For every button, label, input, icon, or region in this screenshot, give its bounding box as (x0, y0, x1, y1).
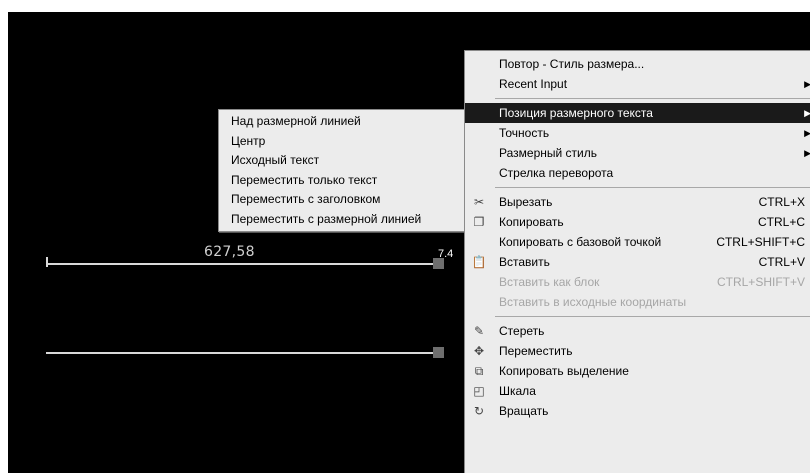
menu-item[interactable]: ✎ Стереть (465, 321, 810, 341)
menu-item[interactable]: Позиция размерного текста ▶ (465, 103, 810, 123)
rotate-icon: ↻ (473, 404, 485, 418)
menu-item[interactable]: Исходный текст (219, 151, 465, 171)
menu-item[interactable]: Копировать с базовой точкой CTRL+SHIFT+C (465, 232, 810, 252)
submenu-arrow-icon: ▶ (804, 79, 810, 89)
menu-item-label: Вставить как блок (499, 275, 600, 289)
menu-item-label: Вырезать (499, 195, 553, 209)
menu-item[interactable]: Центр (219, 132, 465, 152)
menu-item[interactable]: ✂ Вырезать CTRL+X (465, 192, 810, 212)
menu-item-label: Центр (231, 133, 266, 148)
menu-item[interactable]: Вставить в исходные координаты (465, 292, 810, 312)
menu-item-label: Точность (499, 126, 550, 140)
context-menu: Повтор - Стиль размера... Recent Input ▶ П… (464, 50, 810, 473)
menu-item-shortcut: CTRL+V (758, 255, 805, 269)
menu-item-label: Переместить с заголовком (231, 192, 381, 206)
menu-item[interactable]: Вставить как блок CTRL+SHIFT+V (465, 272, 810, 292)
menu-item-label: Копировать с базовой точкой (499, 235, 662, 249)
menu-item-label: Позиция размерного текста (499, 106, 653, 120)
menu-item-shortcut: CTRL+SHIFT+C (716, 235, 805, 249)
menu-separator (495, 187, 810, 188)
menu-item[interactable]: ↻ Вращать (465, 401, 810, 421)
menu-item-label: Размерный стиль (499, 146, 597, 160)
eraser-icon: ✎ (473, 324, 485, 338)
menu-item[interactable]: ✥ Переместить (465, 341, 810, 361)
dimension-line[interactable] (46, 263, 441, 265)
menu-item-shortcut: CTRL+X (758, 195, 805, 209)
menu-item[interactable]: ◰ Шкала (465, 381, 810, 401)
dimension-grip-label: 7.4 (438, 248, 454, 260)
menu-item-label: Recent Input (499, 77, 568, 91)
menu-item[interactable]: Стрелка переворота (465, 163, 810, 183)
menu-item-label: Над размерной линией (231, 114, 361, 128)
submenu-arrow-icon: ▶ (804, 148, 810, 158)
paste-icon: 📋 (471, 255, 487, 269)
menu-item-label: Переместить только текст (231, 172, 378, 187)
menu-item-label: Вставить (499, 255, 550, 269)
dimension-text[interactable]: 627,58 (204, 244, 255, 260)
menu-separator (495, 316, 810, 317)
menu-item[interactable]: Над размерной линией (219, 112, 465, 132)
menu-item-label: Вращать (499, 404, 549, 418)
menu-item-label: Стрелка переворота (499, 166, 614, 180)
menu-item-label: Переместить (499, 344, 573, 358)
submenu-arrow-icon: ▶ (804, 108, 810, 118)
drawing-line[interactable] (46, 352, 441, 354)
menu-separator (495, 98, 810, 99)
line-grip[interactable] (433, 347, 444, 358)
menu-item-label: Шкала (499, 384, 536, 398)
menu-item-label: Повтор - Стиль размера... (499, 57, 645, 71)
submenu-arrow-icon: ▶ (804, 128, 810, 138)
menu-item-label: Переместить с размерной линией (231, 211, 422, 226)
menu-item-label: Копировать (499, 215, 564, 229)
copy-selection-icon: ⧉ (474, 364, 484, 378)
menu-item[interactable]: Размерный стиль ▶ (465, 143, 810, 163)
menu-item-label: Стереть (499, 324, 545, 338)
text-position-submenu: Над размерной линией Центр Исходный текст П… (218, 109, 466, 232)
menu-item[interactable]: ⧉ Копировать выделение (465, 361, 810, 381)
menu-item-shortcut: CTRL+SHIFT+V (716, 275, 805, 289)
menu-item-label: Исходный текст (231, 153, 320, 167)
menu-item-label: Вставить в исходные координаты (499, 295, 687, 309)
menu-item[interactable]: Переместить с размерной линией (219, 210, 465, 230)
menu-item[interactable]: Повтор - Стиль размера... (465, 54, 810, 74)
menu-item[interactable]: 📋 Вставить CTRL+V (465, 252, 810, 272)
drawing-canvas[interactable]: 627,58 7.4 Над размерной линией Центр Исхо… (8, 12, 810, 473)
menu-item[interactable]: Точность ▶ (465, 123, 810, 143)
copy-icon: ❐ (473, 215, 485, 229)
menu-item[interactable]: Переместить с заголовком (219, 190, 465, 210)
menu-item[interactable]: ❐ Копировать CTRL+C (465, 212, 810, 232)
scale-icon: ◰ (473, 384, 485, 398)
menu-item[interactable]: Переместить только текст (219, 171, 465, 191)
dimension-extension-tick (46, 257, 48, 267)
menu-item-label: Копировать выделение (499, 364, 629, 378)
move-icon: ✥ (473, 344, 485, 358)
menu-item-shortcut: CTRL+C (757, 215, 805, 229)
menu-item[interactable]: Recent Input ▶ (465, 74, 810, 94)
scissors-icon: ✂ (473, 195, 485, 209)
